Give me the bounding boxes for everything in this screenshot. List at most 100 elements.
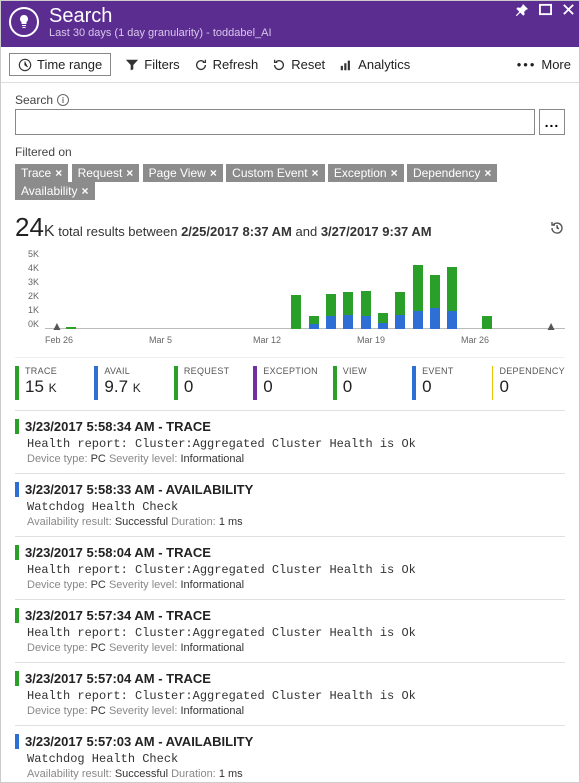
remove-icon[interactable]: ×: [391, 166, 398, 180]
clock-icon: [18, 58, 32, 72]
chart-bar[interactable]: [184, 249, 201, 329]
remove-icon[interactable]: ×: [81, 184, 88, 198]
chart-bar[interactable]: [357, 249, 374, 329]
time-range-button[interactable]: Time range: [9, 53, 111, 76]
chart-bar[interactable]: [201, 249, 218, 329]
filter-chip[interactable]: Request ×: [72, 164, 140, 182]
chart-bar[interactable]: [426, 249, 443, 329]
event-meta: Availability result: Successful Duration…: [27, 768, 565, 780]
event-title: 3/23/2017 5:58:04 AM - TRACE: [25, 545, 211, 560]
chart-bar[interactable]: [253, 249, 270, 329]
metric-value: 15 K: [25, 378, 57, 397]
chart-bar[interactable]: [548, 249, 565, 329]
remove-icon[interactable]: ×: [126, 166, 133, 180]
metric-color-bar: [15, 366, 19, 400]
metric-tile[interactable]: TRACE 15 K: [15, 366, 88, 400]
chart-bar[interactable]: [97, 249, 114, 329]
chart-bar[interactable]: [62, 249, 79, 329]
remove-icon[interactable]: ×: [55, 166, 62, 180]
metrics-row: TRACE 15 K AVAIL 9.7 K REQUEST 0 EXCEPTI…: [15, 357, 565, 400]
pin-icon[interactable]: [515, 3, 529, 20]
event-color-bar: [15, 671, 19, 686]
range-handle-right[interactable]: ▲: [545, 319, 557, 333]
event-color-bar: [15, 734, 19, 749]
event-item[interactable]: 3/23/2017 5:58:34 AM - TRACE Health repo…: [15, 410, 565, 473]
chart-bar[interactable]: [530, 249, 547, 329]
more-button[interactable]: ••• More: [517, 57, 571, 72]
filter-icon: [125, 58, 139, 72]
results-chart[interactable]: 5K4K3K2K1K0K ▲ ▲ Feb 26Mar 5Mar 12Mar 19…: [45, 249, 565, 349]
search-options-button[interactable]: ...: [539, 109, 565, 135]
metric-tile[interactable]: REQUEST 0: [174, 366, 247, 400]
chart-bar[interactable]: [496, 249, 513, 329]
event-message: Watchdog Health Check: [27, 752, 565, 766]
analytics-button[interactable]: Analytics: [339, 57, 410, 72]
event-list: 3/23/2017 5:58:34 AM - TRACE Health repo…: [15, 410, 565, 782]
chart-bar[interactable]: [374, 249, 391, 329]
blade-header: Search Last 30 days (1 day granularity) …: [1, 1, 579, 47]
metric-label: EXCEPTION: [263, 366, 318, 376]
remove-icon[interactable]: ×: [484, 166, 491, 180]
filter-chip[interactable]: Dependency ×: [407, 164, 497, 182]
maximize-icon[interactable]: [539, 3, 552, 20]
chart-bar[interactable]: [340, 249, 357, 329]
analytics-icon: [339, 58, 353, 72]
event-item[interactable]: 3/23/2017 5:58:04 AM - TRACE Health repo…: [15, 536, 565, 599]
metric-tile[interactable]: EXCEPTION 0: [253, 366, 326, 400]
metric-tile[interactable]: VIEW 0: [333, 366, 406, 400]
filters-button[interactable]: Filters: [125, 57, 179, 72]
event-title: 3/23/2017 5:57:34 AM - TRACE: [25, 608, 211, 623]
metric-color-bar: [174, 366, 178, 400]
chart-bar[interactable]: [45, 249, 62, 329]
chart-bar[interactable]: [305, 249, 322, 329]
history-icon[interactable]: [549, 220, 565, 241]
filter-chip[interactable]: Page View ×: [143, 164, 223, 182]
command-bar: Time range Filters Refresh Reset Analyti…: [1, 47, 579, 83]
chart-bar[interactable]: [132, 249, 149, 329]
chart-bar[interactable]: [114, 249, 131, 329]
close-icon[interactable]: [562, 3, 575, 20]
chart-bar[interactable]: [236, 249, 253, 329]
chart-bar[interactable]: [218, 249, 235, 329]
chart-bar[interactable]: [166, 249, 183, 329]
event-meta: Device type: PC Severity level: Informat…: [27, 579, 565, 591]
undo-icon: [272, 58, 286, 72]
range-handle-left[interactable]: ▲: [51, 319, 63, 333]
event-item[interactable]: 3/23/2017 5:57:03 AM - AVAILABILITY Watc…: [15, 725, 565, 782]
metric-tile[interactable]: AVAIL 9.7 K: [94, 366, 167, 400]
metric-label: TRACE: [25, 366, 57, 376]
reset-button[interactable]: Reset: [272, 57, 325, 72]
chart-bar[interactable]: [288, 249, 305, 329]
search-label: Search i: [15, 93, 565, 107]
event-meta: Availability result: Successful Duration…: [27, 516, 565, 528]
chart-bar[interactable]: [80, 249, 97, 329]
chart-bar[interactable]: [322, 249, 339, 329]
chart-bar[interactable]: [513, 249, 530, 329]
content-area: Search i ... Filtered on Trace × Request…: [1, 83, 579, 782]
chart-bar[interactable]: [444, 249, 461, 329]
info-icon[interactable]: i: [57, 94, 69, 106]
chart-bar[interactable]: [461, 249, 478, 329]
event-item[interactable]: 3/23/2017 5:57:34 AM - TRACE Health repo…: [15, 599, 565, 662]
results-summary: 24K total results between 2/25/2017 8:37…: [15, 212, 432, 243]
metric-color-bar: [492, 366, 494, 400]
remove-icon[interactable]: ×: [210, 166, 217, 180]
event-color-bar: [15, 608, 19, 623]
filter-chip[interactable]: Trace ×: [15, 164, 68, 182]
chart-bar[interactable]: [392, 249, 409, 329]
metric-tile[interactable]: EVENT 0: [412, 366, 485, 400]
metric-tile[interactable]: DEPENDENCY 0: [492, 366, 565, 400]
event-item[interactable]: 3/23/2017 5:58:33 AM - AVAILABILITY Watc…: [15, 473, 565, 536]
chart-bar[interactable]: [409, 249, 426, 329]
search-input[interactable]: [15, 109, 535, 135]
chart-bar[interactable]: [478, 249, 495, 329]
filter-chip[interactable]: Custom Event ×: [226, 164, 324, 182]
filter-chip[interactable]: Availability ×: [15, 182, 95, 200]
chart-bar[interactable]: [149, 249, 166, 329]
refresh-button[interactable]: Refresh: [194, 57, 259, 72]
event-meta: Device type: PC Severity level: Informat…: [27, 642, 565, 654]
event-item[interactable]: 3/23/2017 5:57:04 AM - TRACE Health repo…: [15, 662, 565, 725]
filter-chip[interactable]: Exception ×: [328, 164, 404, 182]
chart-bar[interactable]: [270, 249, 287, 329]
remove-icon[interactable]: ×: [312, 166, 319, 180]
